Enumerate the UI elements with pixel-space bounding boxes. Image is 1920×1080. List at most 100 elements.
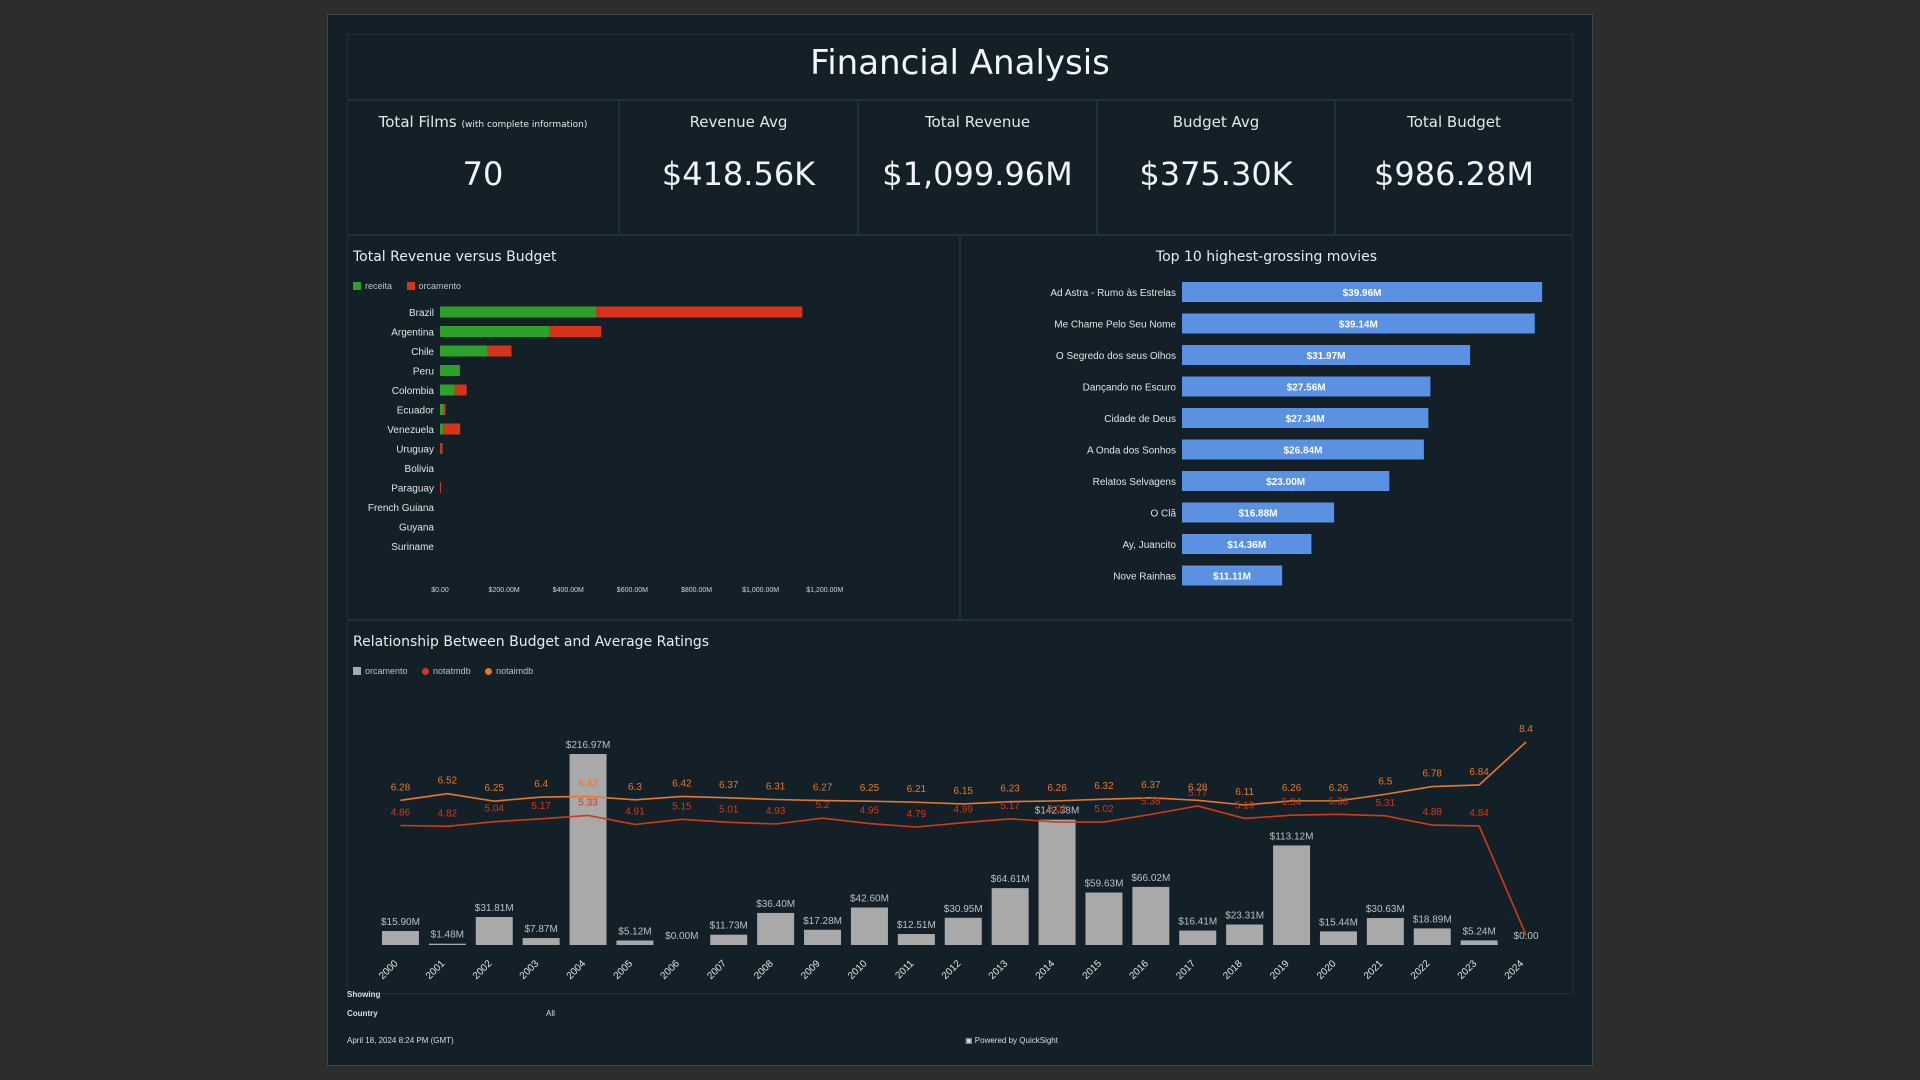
notaimdb-label: 6.26 [1047, 783, 1067, 794]
category-label: Ay, Juancito [1122, 540, 1176, 551]
notaimdb-label: 6.32 [1094, 781, 1114, 792]
bar-label: $42.60M [850, 893, 889, 904]
category-label: Venezuela [387, 425, 434, 436]
x-tick-label: 2009 [799, 958, 823, 982]
x-tick-label: 2019 [1268, 958, 1292, 982]
bar-orcamento [897, 933, 935, 945]
bar-label: $30.63M [1366, 904, 1405, 915]
notatmdb-label: 4.79 [907, 809, 927, 820]
notatmdb-label: 5.02 [1047, 804, 1067, 815]
kpi-total-revenue[interactable]: Total Revenue $1,099.96M [858, 100, 1097, 235]
line-notatmdb [400, 805, 1527, 936]
kpi-value: 70 [462, 155, 504, 193]
bar-orcamento [850, 907, 888, 945]
category-label: Relatos Selvagens [1093, 477, 1176, 488]
budget-ratings-panel[interactable]: Relationship Between Budget and Average … [347, 620, 1573, 994]
bar-orcamento [440, 443, 443, 454]
x-tick-label: 2003 [518, 958, 542, 982]
notaimdb-label: 6.78 [1423, 769, 1443, 780]
data-label: $16.88M [1239, 509, 1278, 520]
footer-showing: Showing [347, 990, 381, 999]
notaimdb-label: 6.84 [1469, 767, 1489, 778]
bar-orcamento [549, 326, 602, 337]
bar-receita [440, 404, 444, 415]
kpi-row: Total Films (with complete information) … [347, 100, 1573, 235]
bar-orcamento [1085, 892, 1123, 945]
x-tick-label: 2021 [1362, 958, 1386, 982]
bar-orcamento [1273, 845, 1311, 945]
bar-label: $7.87M [524, 924, 557, 935]
kpi-budget-avg[interactable]: Budget Avg $375.30K [1097, 100, 1335, 235]
bar-label: $36.40M [756, 899, 795, 910]
footer-powered: ▣ Powered by QuickSight [965, 1036, 1058, 1045]
kpi-revenue-avg[interactable]: Revenue Avg $418.56K [619, 100, 858, 235]
kpi-total-films[interactable]: Total Films (with complete information) … [347, 100, 619, 235]
footer-country-value[interactable]: All [546, 1009, 555, 1018]
data-label: $39.14M [1339, 320, 1378, 331]
x-tick-label: 2006 [658, 958, 682, 982]
notatmdb-label: 5.31 [1376, 798, 1396, 809]
bar-label: $5.12M [618, 926, 651, 937]
bar-label: $1.48M [431, 930, 464, 941]
bar-label: $11.73M [710, 921, 748, 932]
notatmdb-label: 4.88 [1423, 807, 1443, 818]
kpi-value: $986.28M [1374, 155, 1534, 193]
kpi-total-budget[interactable]: Total Budget $986.28M [1335, 100, 1573, 235]
notaimdb-label: 6.21 [907, 784, 927, 795]
bar-receita [440, 345, 488, 357]
notatmdb-label: 5.01 [719, 804, 739, 815]
powered-text: Powered by QuickSight [974, 1036, 1058, 1045]
bar-orcamento [443, 423, 461, 435]
notatmdb-label: 5.15 [672, 801, 692, 812]
notaimdb-label: 6.52 [438, 776, 458, 787]
notatmdb-label: 4.82 [438, 808, 458, 819]
top10-panel[interactable]: Top 10 highest-grossing movies Ad Astra … [960, 235, 1573, 620]
notaimdb-label: 6.11 [1235, 787, 1254, 798]
notatmdb-label: 5.17 [1000, 801, 1020, 812]
bar-orcamento [522, 938, 560, 945]
x-tick-label: 2007 [705, 958, 729, 982]
x-tick-label: 2011 [893, 958, 916, 981]
notaimdb-label: 6.31 [766, 781, 786, 792]
x-tick-label: 2012 [940, 958, 964, 982]
notatmdb-label: 5.17 [531, 801, 551, 812]
bar-orcamento [475, 916, 513, 945]
category-label: Bolivia [405, 464, 435, 475]
category-label: O Clã [1150, 509, 1176, 520]
data-label: $14.36M [1227, 540, 1266, 551]
bar-orcamento [804, 929, 842, 945]
category-label: Brazil [409, 308, 434, 319]
notatmdb-label: 5.19 [1235, 800, 1255, 811]
x-tick-label: 2016 [1127, 958, 1151, 982]
x-tick-label: 2001 [424, 958, 448, 982]
category-label: Suriname [391, 542, 434, 553]
revenue-budget-panel[interactable]: Total Revenue versus Budget receita orca… [347, 235, 960, 620]
revenue-budget-chart: Brazil Argentina Chile Peru Colombia Ecuador V… [368, 306, 843, 594]
notaimdb-label: 6.26 [1329, 783, 1349, 794]
bar-label: $0.00 [1514, 931, 1539, 942]
notaimdb-label: 6.37 [1141, 780, 1161, 791]
x-tick-label: 2005 [612, 958, 636, 982]
notaimdb-label: 6.42 [672, 778, 692, 789]
x-tick-label: 2024 [1503, 958, 1527, 982]
x-tick-label: $400.00M [553, 587, 584, 594]
notaimdb-label: 6.37 [719, 780, 739, 791]
notatmdb-label: 4.93 [766, 806, 786, 817]
category-label: Ecuador [397, 406, 435, 417]
bar-receita [440, 423, 444, 435]
notaimdb-label: 6.23 [1000, 784, 1020, 795]
x-tick-label: $200.00M [489, 587, 520, 594]
bar-label: $66.02M [1131, 873, 1170, 884]
kpi-value: $418.56K [661, 155, 816, 193]
bar-orcamento [454, 384, 467, 396]
bar-orcamento [991, 888, 1029, 945]
x-tick-label: 2010 [846, 958, 870, 982]
bar-label: $5.24M [1462, 926, 1495, 937]
notatmdb-label: 5.04 [485, 804, 505, 815]
notaimdb-label: 6.25 [860, 783, 880, 794]
notaimdb-label: 6.4 [534, 779, 548, 790]
footer-date: April 18, 2024 8:24 PM (GMT) [347, 1036, 454, 1045]
category-label: Dançando no Escuro [1083, 383, 1177, 394]
kpi-label: Total Revenue [924, 113, 1031, 131]
bar-orcamento [757, 912, 795, 945]
